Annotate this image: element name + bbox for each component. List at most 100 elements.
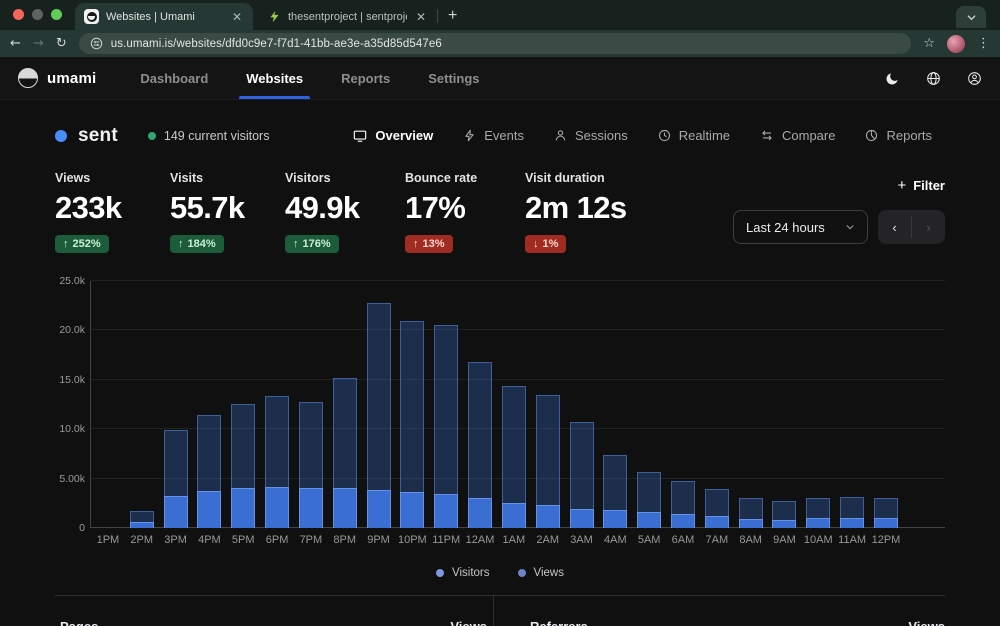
visitors-bar[interactable]: [197, 491, 221, 528]
tab-overview[interactable]: Overview: [340, 122, 446, 149]
browser-menu-icon[interactable]: ⋮: [977, 36, 990, 51]
app-navbar: umami Dashboard Websites Reports Setting…: [0, 57, 1000, 100]
nav-item-dashboard[interactable]: Dashboard: [140, 57, 208, 99]
visitors-bar[interactable]: [637, 512, 661, 528]
chart-bar-slot[interactable]: 6AM: [666, 281, 700, 528]
visitors-bar[interactable]: [739, 519, 763, 528]
visitors-bar[interactable]: [468, 498, 492, 528]
chart-bar-slot[interactable]: 4AM: [598, 281, 632, 528]
change-badge: ↑184%: [170, 235, 224, 253]
tab-sessions[interactable]: Sessions: [541, 122, 641, 149]
chart-bar-slot[interactable]: 1PM: [91, 281, 125, 528]
visitors-bar[interactable]: [333, 488, 357, 529]
close-tab-icon[interactable]: ✕: [414, 10, 428, 24]
visitors-bar[interactable]: [840, 518, 864, 528]
traffic-chart: 1PM2PM3PM4PM5PM6PM7PM8PM9PM10PM11PM12AM1…: [55, 275, 945, 557]
tab-events[interactable]: Events: [450, 122, 537, 149]
x-tick-label: 8AM: [739, 534, 762, 546]
chart-bar-slot[interactable]: 4PM: [192, 281, 226, 528]
metric-visit-duration: Visit duration 2m 12s ↓1%: [525, 171, 640, 267]
profile-icon[interactable]: [967, 71, 982, 86]
visitors-bar[interactable]: [299, 488, 323, 529]
visitors-bar[interactable]: [772, 520, 796, 528]
date-range-select[interactable]: Last 24 hours: [733, 210, 868, 244]
zoom-window-button[interactable]: [51, 9, 62, 20]
chart-bar-slot[interactable]: 12AM: [463, 281, 497, 528]
forward-button[interactable]: →: [33, 36, 44, 51]
language-globe-icon[interactable]: [926, 71, 941, 86]
chart-bar-slot[interactable]: 12PM: [869, 281, 903, 528]
legend-views[interactable]: Views: [518, 567, 564, 579]
browser-profile-avatar[interactable]: [947, 35, 965, 53]
chart-bar-slot[interactable]: 5PM: [226, 281, 260, 528]
visitors-bar[interactable]: [570, 509, 594, 528]
clock-icon: [658, 129, 671, 142]
chart-bar-slot[interactable]: 2AM: [531, 281, 565, 528]
chart-bar-slot[interactable]: 3AM: [565, 281, 599, 528]
visitors-bar[interactable]: [671, 514, 695, 528]
visitors-bar[interactable]: [705, 516, 729, 528]
chart-bar-slot[interactable]: 10PM: [395, 281, 429, 528]
change-badge: ↑252%: [55, 235, 109, 253]
visitors-bar[interactable]: [231, 488, 255, 528]
chart-bar-slot[interactable]: 5AM: [632, 281, 666, 528]
visitors-bar[interactable]: [265, 487, 289, 528]
minimize-window-button[interactable]: [32, 9, 43, 20]
visitors-bar[interactable]: [164, 496, 188, 528]
chart-bar-slot[interactable]: 3PM: [159, 281, 193, 528]
visitors-bar[interactable]: [367, 490, 391, 528]
visitors-bar[interactable]: [874, 518, 898, 528]
nav-item-websites[interactable]: Websites: [246, 57, 303, 99]
y-tick-label: 5.00k: [55, 473, 85, 485]
visitors-bar[interactable]: [400, 492, 424, 528]
tab-search-button[interactable]: [956, 6, 986, 28]
chart-bar-slot[interactable]: 1AM: [497, 281, 531, 528]
chart-bar-slot[interactable]: 9AM: [768, 281, 802, 528]
back-button[interactable]: ←: [10, 36, 21, 51]
metric-visitors: Visitors 49.9k ↑176%: [285, 171, 405, 267]
chart-bar-slot[interactable]: 9PM: [362, 281, 396, 528]
next-period-button[interactable]: ›: [912, 210, 945, 244]
browser-tab-inactive[interactable]: thesentproject | sentproject ✕: [259, 3, 437, 30]
reload-button[interactable]: ↻: [56, 36, 67, 51]
chart-legend: Visitors Views: [0, 567, 1000, 579]
chart-bar-slot[interactable]: 6PM: [260, 281, 294, 528]
chart-bar-slot[interactable]: 2PM: [125, 281, 159, 528]
nav-item-reports[interactable]: Reports: [341, 57, 390, 99]
chart-bar-slot[interactable]: 8PM: [328, 281, 362, 528]
umami-logo-icon[interactable]: [18, 68, 38, 88]
visitors-bar[interactable]: [130, 522, 154, 528]
theme-moon-icon[interactable]: [885, 71, 900, 86]
chart-bar-slot[interactable]: 7AM: [700, 281, 734, 528]
previous-period-button[interactable]: ‹: [878, 210, 911, 244]
tab-compare[interactable]: Compare: [747, 122, 848, 149]
address-bar[interactable]: us.umami.is/websites/dfd0c9e7-f7d1-41bb-…: [79, 33, 912, 54]
summary-tables: Pages Views / 90.8k 62% Referrers Views …: [55, 595, 945, 626]
close-window-button[interactable]: [13, 9, 24, 20]
chart-bar-slot[interactable]: 7PM: [294, 281, 328, 528]
visitors-bar[interactable]: [434, 494, 458, 528]
browser-tab-active[interactable]: Websites | Umami ✕: [75, 3, 253, 30]
visitors-bar[interactable]: [536, 505, 560, 528]
chart-plot[interactable]: 1PM2PM3PM4PM5PM6PM7PM8PM9PM10PM11PM12AM1…: [90, 281, 945, 528]
new-tab-button[interactable]: +: [448, 7, 457, 25]
visitors-bar[interactable]: [502, 503, 526, 528]
x-tick-label: 2PM: [130, 534, 153, 546]
brand-name: umami: [47, 70, 96, 87]
bookmark-star-icon[interactable]: ☆: [923, 36, 935, 51]
chart-bar-slot[interactable]: 10AM: [801, 281, 835, 528]
chart-bar-slot[interactable]: 11AM: [835, 281, 869, 528]
tab-realtime[interactable]: Realtime: [645, 122, 743, 149]
tab-reports[interactable]: Reports: [852, 122, 945, 149]
chart-bar-slot[interactable]: 11PM: [429, 281, 463, 528]
bolt-favicon-icon: [268, 10, 281, 23]
chevron-down-icon: [966, 12, 977, 23]
visitors-bar[interactable]: [603, 510, 627, 528]
legend-visitors[interactable]: Visitors: [436, 567, 490, 579]
person-icon: [554, 129, 567, 142]
visitors-bar[interactable]: [806, 518, 830, 528]
filter-button[interactable]: + Filter: [897, 177, 945, 194]
nav-item-settings[interactable]: Settings: [428, 57, 479, 99]
chart-bar-slot[interactable]: 8AM: [734, 281, 768, 528]
close-tab-icon[interactable]: ✕: [230, 10, 244, 24]
